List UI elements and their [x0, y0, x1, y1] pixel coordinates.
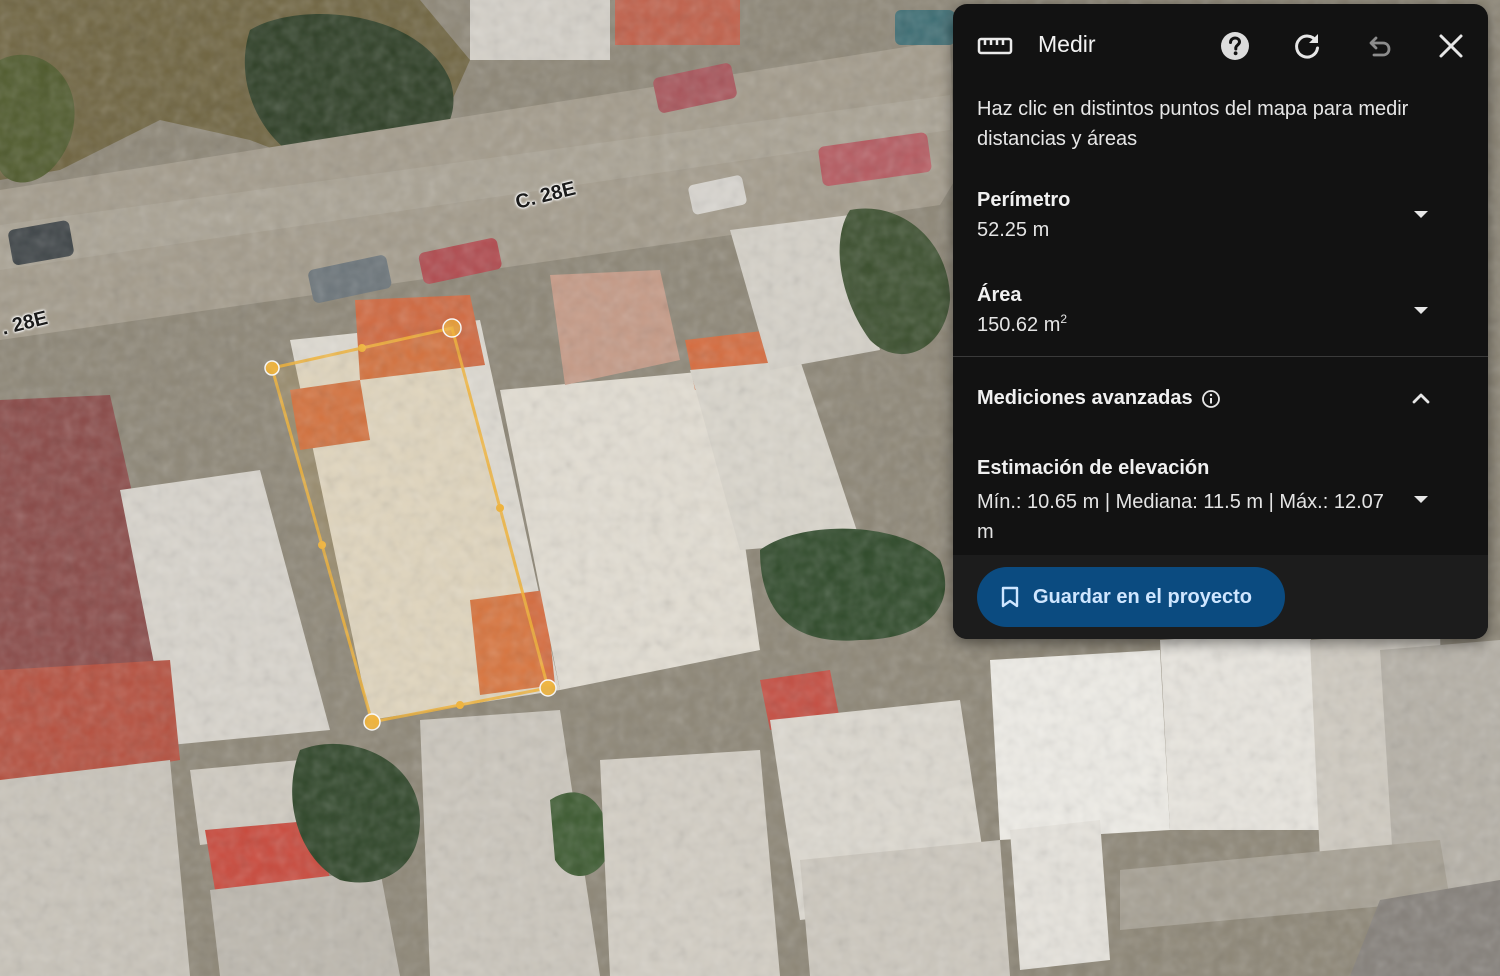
bookmark-icon	[1001, 586, 1019, 608]
chevron-up-icon[interactable]	[1409, 387, 1433, 411]
advanced-label: Mediciones avanzadas	[977, 387, 1221, 410]
instructions-text: Haz clic en distintos puntos del mapa pa…	[977, 98, 1409, 150]
panel-title: Medir	[1038, 31, 1096, 57]
area-label: Área	[977, 284, 1022, 306]
panel-footer: Guardar en el proyecto	[953, 555, 1488, 639]
info-icon[interactable]	[1201, 389, 1221, 409]
ruler-icon	[977, 37, 1013, 55]
perimeter-label: Perímetro	[977, 189, 1071, 211]
elevation-row[interactable]: Estimación de elevación Mín.: 10.65 m | …	[953, 449, 1488, 554]
undo-icon	[1369, 36, 1391, 57]
elevation-value: Mín.: 10.65 m | Mediana: 11.5 m | Máx.: …	[977, 491, 1384, 543]
save-button-label: Guardar en el proyecto	[1033, 585, 1252, 608]
help-icon	[1221, 32, 1249, 60]
advanced-measurements-header[interactable]: Mediciones avanzadas	[953, 374, 1488, 424]
close-button[interactable]	[1431, 26, 1471, 66]
refresh-icon	[1295, 34, 1319, 59]
perimeter-row[interactable]: Perímetro 52.25 m	[953, 184, 1488, 274]
chevron-down-icon[interactable]	[1409, 298, 1433, 322]
area-value: 150.62 m2	[977, 312, 1068, 337]
panel-header: Medir	[953, 4, 1488, 88]
chevron-down-icon[interactable]	[1409, 487, 1433, 511]
area-unit-superscript: 2	[1060, 312, 1068, 326]
perimeter-value: 52.25 m	[977, 219, 1050, 241]
undo-button[interactable]	[1359, 26, 1399, 66]
area-row[interactable]: Área 150.62 m2	[953, 279, 1488, 357]
advanced-label-text: Mediciones avanzadas	[977, 387, 1193, 409]
close-icon	[1439, 34, 1463, 58]
save-to-project-button[interactable]: Guardar en el proyecto	[977, 567, 1285, 627]
help-button[interactable]	[1215, 26, 1255, 66]
divider	[953, 356, 1488, 357]
elevation-label: Estimación de elevación	[977, 457, 1210, 479]
refresh-button[interactable]	[1287, 26, 1327, 66]
area-number: 150.62 m	[977, 314, 1061, 336]
measure-panel: Medir Haz clic en distintos puntos del m…	[953, 4, 1488, 639]
chevron-down-icon[interactable]	[1409, 202, 1433, 226]
